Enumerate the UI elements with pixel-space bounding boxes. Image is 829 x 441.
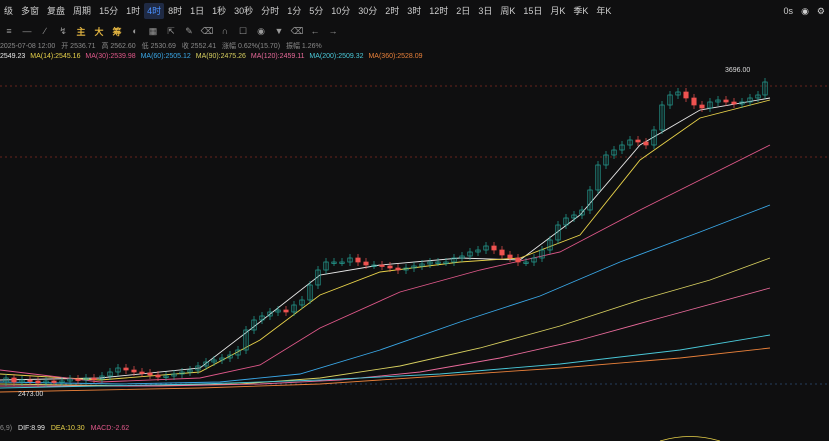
- candle-body: [27, 379, 33, 382]
- moving-average-lines: [0, 97, 771, 393]
- candle-body: [75, 378, 81, 381]
- ma-line: [0, 257, 771, 387]
- candle-body: [139, 371, 145, 374]
- macd-curve: [659, 436, 721, 441]
- candle-body: [363, 261, 369, 266]
- macd-params: 6,9): [0, 425, 13, 432]
- candle-body: [507, 254, 513, 259]
- ma-line: [0, 97, 771, 381]
- ma-line: [0, 204, 771, 385]
- candle-body: [51, 380, 57, 383]
- candle-body: [147, 372, 153, 376]
- candle-body: [379, 264, 385, 267]
- candle-body: [395, 267, 401, 271]
- candle-body: [123, 367, 129, 371]
- candle-body: [355, 257, 361, 263]
- candles: [3, 78, 768, 387]
- candle-body: [515, 257, 521, 263]
- candle-body: [11, 377, 17, 383]
- candle-body: [131, 369, 137, 373]
- candle-body: [731, 101, 737, 105]
- candlestick-chart[interactable]: 3696.00 2473.00: [0, 0, 829, 441]
- macd-value: MACD:-2.62: [90, 425, 130, 432]
- candle-body: [723, 99, 729, 103]
- candle-body: [155, 374, 161, 378]
- candle-body: [283, 309, 289, 313]
- low-price-label: 2473.00: [18, 391, 43, 398]
- candle-body: [691, 97, 697, 106]
- candle-body: [499, 249, 505, 256]
- candle-body: [683, 91, 689, 99]
- candle-body: [35, 380, 41, 384]
- ma-line: [0, 144, 771, 383]
- high-price-label: 3696.00: [725, 67, 750, 74]
- ma-line: [0, 99, 771, 381]
- candle-body: [91, 377, 97, 380]
- candle-body: [387, 265, 393, 269]
- candle-body: [699, 104, 705, 109]
- macd-dea: DEA:10.30: [50, 425, 85, 432]
- macd-legend: 6,9) DIF:8.99 DEA:10.30 MACD:-2.62: [0, 425, 133, 432]
- candle-body: [635, 139, 641, 143]
- candle-body: [491, 245, 497, 251]
- candle-body: [643, 141, 649, 146]
- macd-dif: DIF:8.99: [18, 425, 45, 432]
